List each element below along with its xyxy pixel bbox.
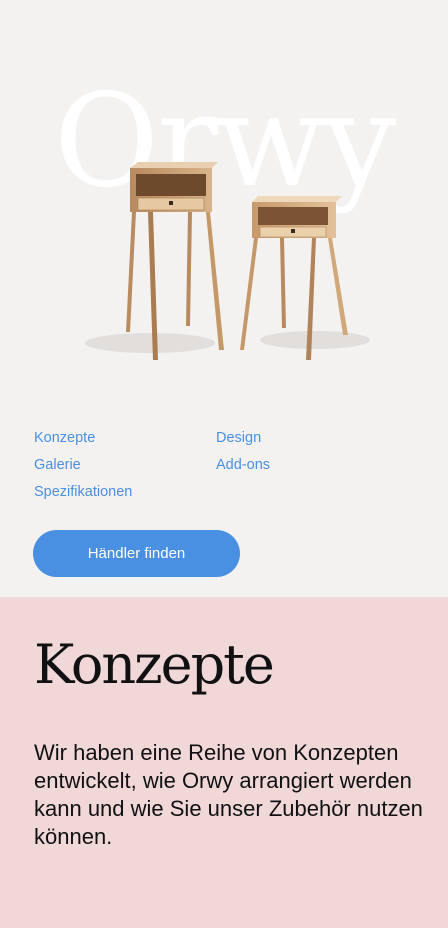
find-dealer-button[interactable]: Händler finden bbox=[33, 530, 240, 577]
section-heading: Konzepte bbox=[34, 633, 275, 696]
nav-link-spezifikationen[interactable]: Spezifikationen bbox=[34, 484, 216, 501]
nav-link-konzepte[interactable]: Konzepte bbox=[34, 430, 216, 447]
nav-link-galerie[interactable]: Galerie bbox=[34, 457, 216, 474]
nav-link-add-ons[interactable]: Add-ons bbox=[216, 457, 398, 474]
nav-link-design[interactable]: Design bbox=[216, 430, 398, 447]
product-image bbox=[85, 162, 370, 360]
concepts-section: Konzepte Wir haben eine Reihe von Konzep… bbox=[0, 597, 448, 928]
section-body: Wir haben eine Reihe von Konzepten entwi… bbox=[34, 740, 423, 849]
section-nav: Konzepte Design Galerie Add-ons Spezifik… bbox=[34, 430, 414, 501]
hero-section: Orwy Konzepte Design Galerie Add-ons Spe… bbox=[0, 0, 448, 597]
